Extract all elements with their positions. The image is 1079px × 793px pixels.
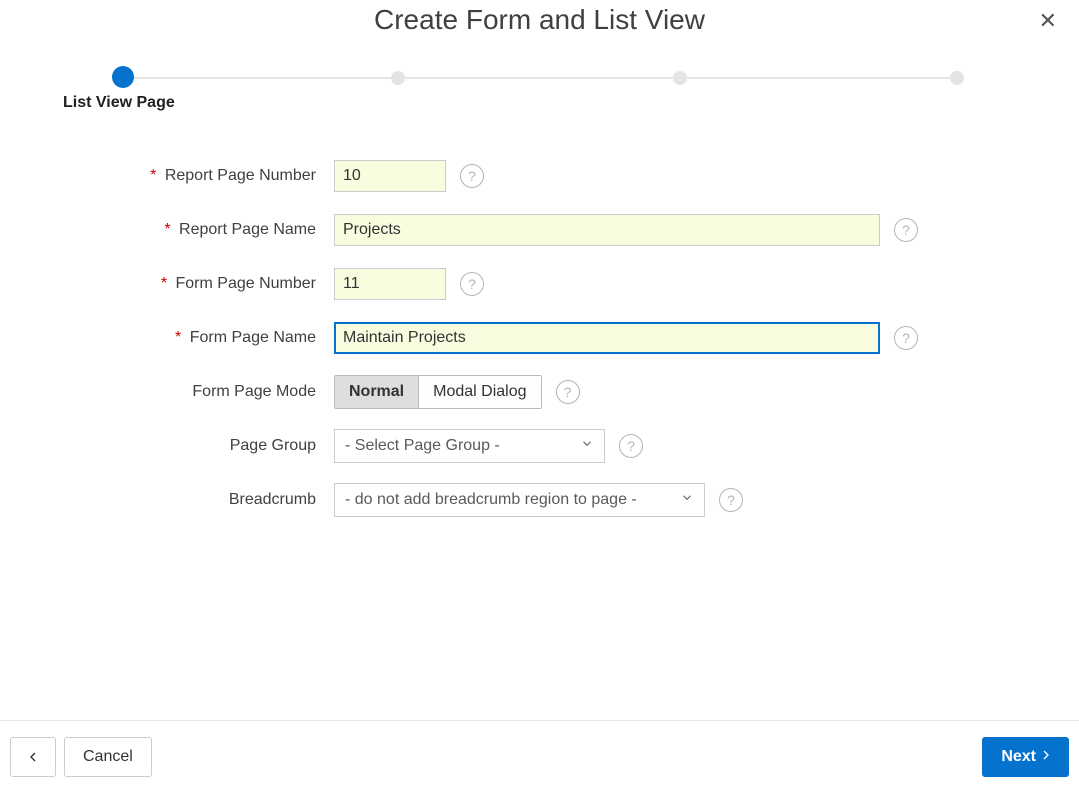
help-icon[interactable]: ? [894, 218, 918, 242]
help-icon[interactable]: ? [619, 434, 643, 458]
form-page-name-input[interactable] [334, 322, 880, 354]
back-button[interactable] [10, 737, 56, 777]
cancel-button[interactable]: Cancel [64, 737, 152, 777]
next-button[interactable]: Next [982, 737, 1069, 777]
wizard-step-4-dot [950, 71, 964, 85]
row-breadcrumb: Breadcrumb - do not add breadcrumb regio… [0, 480, 1079, 520]
form-page-mode-normal[interactable]: Normal [334, 375, 419, 409]
dialog-title: Create Form and List View [0, 0, 1079, 36]
form-body: * Report Page Number ? * Report Page Nam… [0, 156, 1079, 520]
page-group-selected: - Select Page Group - [345, 437, 500, 455]
label-form-page-number: * Form Page Number [0, 275, 334, 293]
breadcrumb-selected: - do not add breadcrumb region to page - [345, 491, 637, 509]
row-report-page-number: * Report Page Number ? [0, 156, 1079, 196]
chevron-right-icon [1038, 747, 1054, 768]
label-form-page-number-text: Form Page Number [176, 275, 317, 292]
row-form-page-mode: Form Page Mode Normal Modal Dialog ? [0, 372, 1079, 412]
label-form-page-name-text: Form Page Name [190, 329, 316, 346]
help-icon[interactable]: ? [556, 380, 580, 404]
report-page-number-input[interactable] [334, 160, 446, 192]
chevron-left-icon [25, 749, 41, 765]
help-icon[interactable]: ? [460, 272, 484, 296]
label-page-group: Page Group [0, 437, 334, 455]
wizard-step-3-dot [673, 71, 687, 85]
chevron-down-icon [580, 437, 594, 456]
label-report-page-name: * Report Page Name [0, 221, 334, 239]
report-page-name-input[interactable] [334, 214, 880, 246]
wizard-line [115, 77, 964, 79]
label-report-page-number-text: Report Page Number [165, 167, 316, 184]
required-star: * [175, 329, 181, 346]
form-page-mode-modal[interactable]: Modal Dialog [419, 375, 541, 409]
wizard-step-1-label: List View Page [63, 94, 175, 112]
wizard-step-1-dot[interactable] [112, 66, 134, 88]
row-form-page-name: * Form Page Name ? [0, 318, 1079, 358]
chevron-down-icon [680, 491, 694, 510]
close-icon[interactable]: ✕ [1039, 10, 1057, 32]
help-icon[interactable]: ? [460, 164, 484, 188]
next-button-label: Next [1001, 748, 1036, 766]
help-icon[interactable]: ? [894, 326, 918, 350]
dialog-footer: Cancel Next [0, 720, 1079, 793]
row-page-group: Page Group - Select Page Group - ? [0, 426, 1079, 466]
label-report-page-number: * Report Page Number [0, 167, 334, 185]
required-star: * [164, 221, 170, 238]
label-report-page-name-text: Report Page Name [179, 221, 316, 238]
label-form-page-name: * Form Page Name [0, 329, 334, 347]
required-star: * [150, 167, 156, 184]
wizard-progress: List View Page [115, 70, 964, 130]
label-form-page-mode-text: Form Page Mode [192, 383, 316, 400]
label-page-group-text: Page Group [230, 437, 316, 454]
breadcrumb-select[interactable]: - do not add breadcrumb region to page - [334, 483, 705, 517]
label-breadcrumb: Breadcrumb [0, 491, 334, 509]
row-form-page-number: * Form Page Number ? [0, 264, 1079, 304]
label-breadcrumb-text: Breadcrumb [229, 491, 316, 508]
required-star: * [161, 275, 167, 292]
row-report-page-name: * Report Page Name ? [0, 210, 1079, 250]
form-page-number-input[interactable] [334, 268, 446, 300]
label-form-page-mode: Form Page Mode [0, 383, 334, 401]
form-page-mode-toggle: Normal Modal Dialog [334, 375, 542, 409]
page-group-select[interactable]: - Select Page Group - [334, 429, 605, 463]
help-icon[interactable]: ? [719, 488, 743, 512]
wizard-step-2-dot [391, 71, 405, 85]
